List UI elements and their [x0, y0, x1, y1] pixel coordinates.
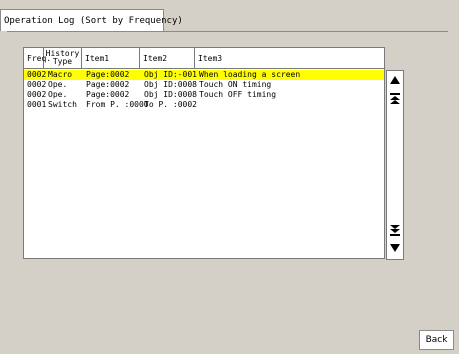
table-row[interactable]: 0002 Ope. Page:0002 Obj ID:0008 Touch OF… [24, 90, 384, 100]
cell-item1: Page:0002 [86, 70, 130, 79]
cell-freq: 0002 [27, 80, 47, 89]
cell-item2: Obj ID:-001 [144, 70, 197, 79]
table-row[interactable]: 0002 Ope. Page:0002 Obj ID:0008 Touch ON… [24, 80, 384, 90]
cell-freq: 0002 [27, 90, 47, 99]
tab-operation-log[interactable]: Operation Log (Sort by Frequency) [0, 9, 183, 31]
header-item3: Item3 [198, 53, 223, 63]
cell-type: Macro [48, 70, 73, 79]
header-item1: Item1 [82, 48, 140, 68]
header-item2: Item2 [140, 48, 195, 68]
cell-item3: Touch OFF timing [199, 90, 277, 99]
cell-item1: Page:0002 [86, 80, 130, 89]
cell-item3: When loading a screen [199, 70, 301, 79]
page-up-icon[interactable] [388, 91, 402, 105]
back-button[interactable]: Back [419, 330, 454, 350]
cell-item2: To P. :0002 [144, 100, 197, 109]
scrollbar[interactable] [386, 70, 404, 260]
table-row[interactable]: 0002 Macro Page:0002 Obj ID:-001 When lo… [24, 70, 384, 80]
page-down-icon[interactable] [388, 223, 402, 237]
table-rows: 0002 Macro Page:0002 Obj ID:-001 When lo… [24, 70, 384, 110]
table-row[interactable]: 0001 Switch From P. :0000 To P. :0002 [24, 100, 384, 110]
scroll-up-icon[interactable] [388, 73, 402, 87]
cell-type: Ope. [48, 80, 68, 89]
cell-freq: 0001 [27, 100, 47, 109]
table-header: Freq. History Type Item1 Item2 Item3 [24, 48, 384, 69]
operation-log-table: Freq. History Type Item1 Item2 Item3 000… [23, 47, 385, 259]
cell-type: Switch [48, 100, 77, 109]
cell-freq: 0002 [27, 70, 47, 79]
cell-item2: Obj ID:0008 [144, 80, 197, 89]
cell-item2: Obj ID:0008 [144, 90, 197, 99]
header-history-type: History Type [44, 48, 82, 68]
cell-type: Ope. [48, 90, 68, 99]
header-freq: Freq. [24, 48, 51, 68]
cell-item1: Page:0002 [86, 90, 130, 99]
cell-item3: Touch ON timing [199, 80, 272, 89]
cell-item1: From P. :0000 [86, 100, 149, 109]
scroll-down-icon[interactable] [388, 241, 402, 255]
